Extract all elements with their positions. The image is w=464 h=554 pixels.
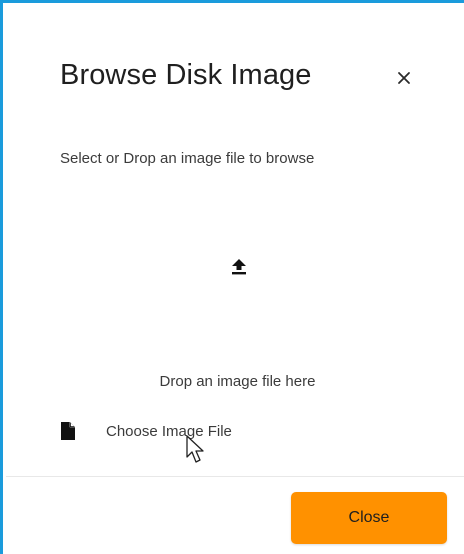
- drop-zone-label: Drop an image file here: [159, 373, 316, 390]
- drop-zone[interactable]: Drop an image file here: [60, 213, 415, 403]
- choose-image-file-label: Choose Image File: [106, 422, 232, 440]
- close-button[interactable]: Close: [291, 492, 447, 544]
- browse-disk-image-dialog: Browse Disk Image Select or Drop an imag…: [0, 0, 464, 554]
- footer-divider: [6, 476, 464, 477]
- upload-icon: [230, 258, 248, 276]
- close-icon[interactable]: [393, 67, 415, 89]
- dialog-subtitle: Select or Drop an image file to browse: [60, 150, 315, 167]
- file-icon: [60, 421, 76, 441]
- choose-image-file-button[interactable]: Choose Image File: [60, 419, 232, 443]
- dialog-title: Browse Disk Image: [60, 59, 312, 91]
